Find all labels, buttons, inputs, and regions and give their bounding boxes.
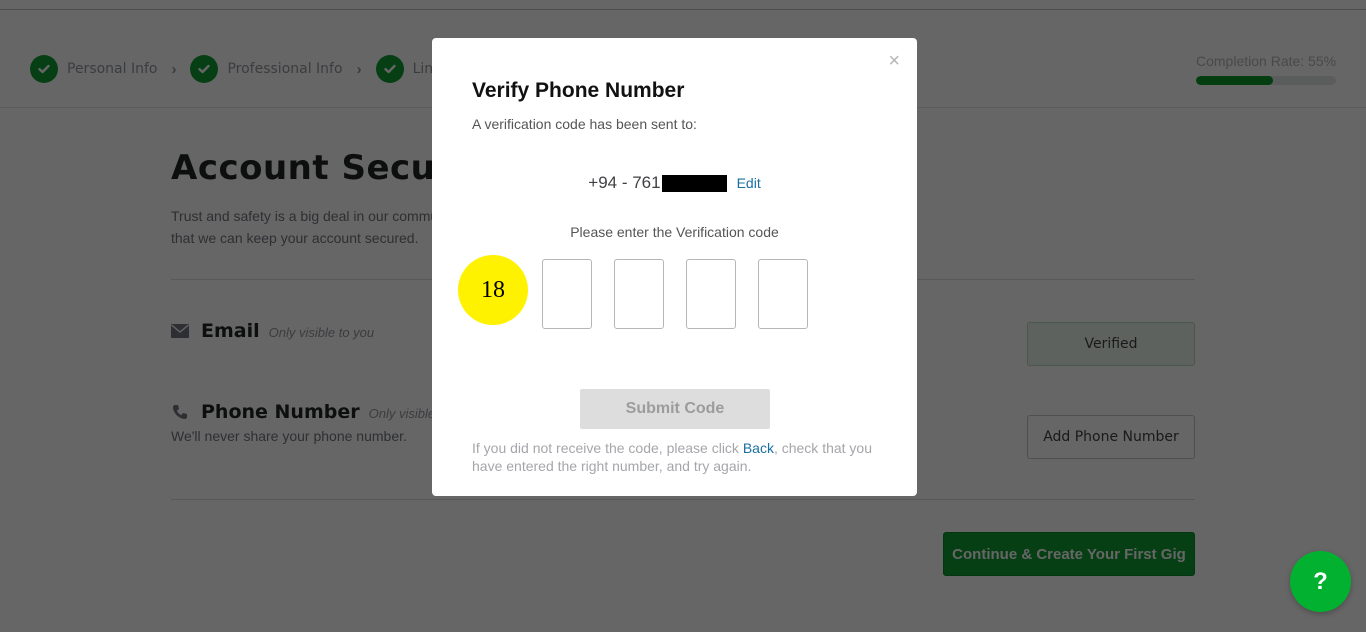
verification-code-inputs — [542, 259, 808, 329]
back-link[interactable]: Back — [743, 440, 774, 456]
code-digit-2[interactable] — [614, 259, 664, 329]
close-icon[interactable]: × — [888, 51, 900, 71]
code-digit-3[interactable] — [686, 259, 736, 329]
help-text-before: If you did not receive the code, please … — [472, 440, 743, 456]
redacted-digits — [661, 174, 727, 192]
verify-phone-modal: × Verify Phone Number A verification cod… — [432, 38, 917, 496]
step-marker-badge: 18 — [458, 255, 528, 325]
modal-title: Verify Phone Number — [472, 79, 685, 102]
submit-code-button[interactable]: Submit Code — [580, 389, 770, 429]
resend-help-text: If you did not receive the code, please … — [472, 439, 882, 475]
help-button[interactable]: ? — [1290, 551, 1351, 612]
code-prompt: Please enter the Verification code — [570, 224, 779, 240]
code-digit-1[interactable] — [542, 259, 592, 329]
phone-display: +94 - 761 Edit — [432, 173, 917, 193]
modal-subtitle: A verification code has been sent to: — [472, 116, 697, 132]
code-digit-4[interactable] — [758, 259, 808, 329]
edit-phone-link[interactable]: Edit — [737, 175, 761, 191]
question-mark-icon: ? — [1313, 567, 1328, 595]
phone-number-text: +94 - 761 — [588, 173, 661, 192]
